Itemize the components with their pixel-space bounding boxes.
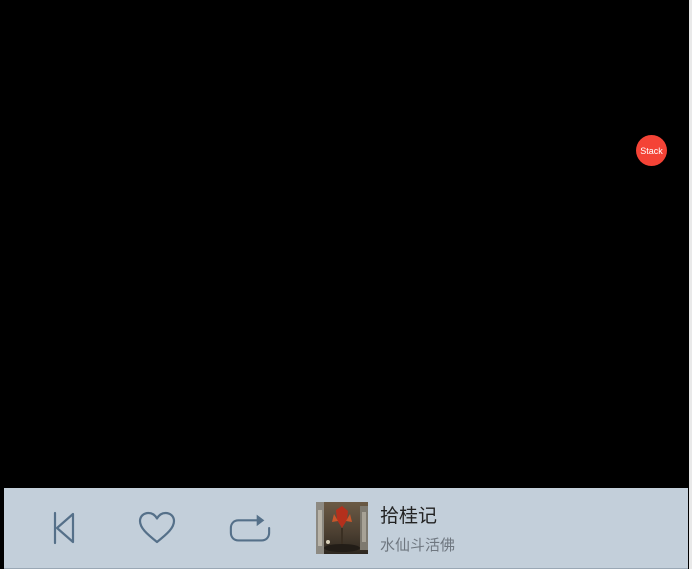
heart-outline-icon [138, 511, 176, 544]
repeat-icon [229, 514, 271, 542]
album-art-image [316, 502, 368, 554]
stack-button[interactable]: Stack [636, 135, 667, 166]
skip-previous-icon [53, 511, 75, 545]
repeat-button[interactable] [228, 508, 272, 548]
album-cover[interactable] [316, 502, 368, 554]
track-artist: 水仙斗活佛 [380, 536, 456, 554]
track-title: 拾桂记 [380, 505, 438, 527]
like-button[interactable] [135, 508, 179, 548]
app-viewport: Stack 拾桂记 水仙斗活佛 [0, 0, 689, 569]
previous-button[interactable] [40, 508, 84, 548]
player-bar: 拾桂记 水仙斗活佛 [4, 488, 688, 569]
